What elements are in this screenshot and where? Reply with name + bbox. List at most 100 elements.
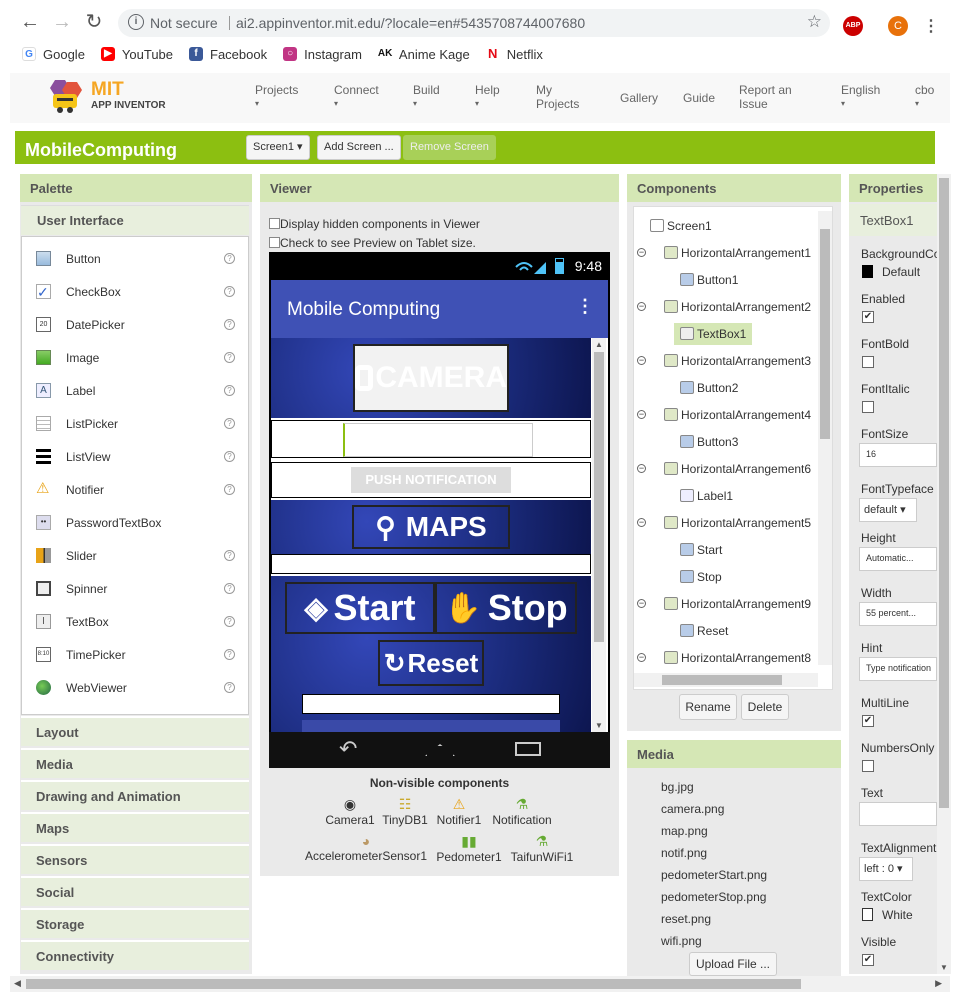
bookmark-google[interactable]: G Google (22, 44, 85, 64)
collapse-icon[interactable]: − (637, 302, 646, 311)
nonvisible-taifunwifi[interactable]: ⚗ TaifunWiFi1 (508, 833, 576, 864)
prop-textcolor-value[interactable]: White (882, 908, 913, 922)
hidden-components-option[interactable]: Display hidden components in Viewer (269, 217, 480, 231)
overflow-menu-icon[interactable]: ⋮ (576, 296, 594, 317)
nav-help[interactable]: Help ▾ (475, 83, 500, 111)
help-icon[interactable]: ? (224, 418, 235, 429)
scroll-down-icon[interactable]: ▼ (595, 721, 603, 730)
palette-item-passwordtextbox[interactable]: •• PasswordTextBox (36, 513, 236, 533)
tree-item-label1[interactable]: Label1 (680, 487, 733, 505)
home-nav-icon[interactable] (425, 744, 455, 756)
palette-category-social[interactable]: Social (21, 876, 249, 906)
palette-item-label[interactable]: A Label? (36, 381, 236, 401)
collapse-icon[interactable]: − (637, 599, 646, 608)
tree-hscroll[interactable] (634, 673, 818, 687)
start-button[interactable]: ◈ Start (285, 582, 435, 634)
tree-item-ha5[interactable]: − HorizontalArrangement5 (637, 514, 811, 532)
nav-guide[interactable]: Guide (683, 91, 715, 105)
nonvisible-accelerometer[interactable]: ◕ AccelerometerSensor1 (303, 833, 429, 863)
tablet-preview-option[interactable]: Check to see Preview on Tablet size. (269, 236, 476, 250)
bookmark-star-icon[interactable]: ☆ (807, 12, 822, 32)
palette-item-image[interactable]: Image? (36, 348, 236, 368)
palette-category-storage[interactable]: Storage (21, 908, 249, 938)
help-icon[interactable]: ? (224, 550, 235, 561)
tree-item-ha8[interactable]: − HorizontalArrangement8 (637, 649, 811, 667)
collapse-icon[interactable]: − (637, 653, 646, 662)
tree-item-button3[interactable]: Button3 (680, 433, 738, 451)
reload-icon[interactable]: ↻ (82, 10, 106, 34)
info-icon[interactable]: i (128, 14, 144, 30)
palette-category-media[interactable]: Media (21, 748, 249, 778)
bookmark-instagram[interactable]: ○ Instagram (283, 44, 362, 64)
nav-projects[interactable]: Projects ▾ (255, 83, 298, 111)
scroll-up-icon[interactable]: ▲ (595, 340, 603, 349)
help-icon[interactable]: ? (224, 682, 235, 693)
help-icon[interactable]: ? (224, 286, 235, 297)
palette-item-webviewer[interactable]: WebViewer? (36, 678, 236, 698)
scroll-thumb[interactable] (662, 675, 782, 685)
tree-item-stop[interactable]: Stop (680, 568, 722, 586)
media-file[interactable]: bg.jpg (661, 780, 694, 794)
push-notification-button[interactable]: PUSH NOTIFICATION (351, 467, 511, 493)
tree-item-ha6[interactable]: − HorizontalArrangement6 (637, 460, 811, 478)
page-vscroll[interactable]: ▼ (937, 174, 951, 974)
profile-avatar[interactable]: C (888, 16, 908, 36)
media-file[interactable]: map.png (661, 824, 708, 838)
delete-button[interactable]: Delete (741, 694, 789, 720)
prop-text-input[interactable] (859, 802, 937, 826)
adblock-icon[interactable]: ABP (843, 16, 863, 36)
help-icon[interactable]: ? (224, 385, 235, 396)
tree-item-button2[interactable]: Button2 (680, 379, 738, 397)
scroll-thumb[interactable] (820, 229, 830, 439)
palette-item-checkbox[interactable]: ✓ CheckBox? (36, 282, 236, 302)
bookmark-netflix[interactable]: N Netflix (485, 44, 543, 64)
nav-build[interactable]: Build ▾ (413, 83, 440, 111)
media-file[interactable]: notif.png (661, 846, 707, 860)
nonvisible-pedometer[interactable]: ▮▮ Pedometer1 (434, 833, 504, 864)
bookmark-animekage[interactable]: AK Anime Kage (377, 44, 470, 64)
scroll-right-icon[interactable]: ▶ (935, 978, 942, 989)
collapse-icon[interactable]: − (637, 248, 646, 257)
nonvisible-camera[interactable]: ◉ Camera1 (322, 796, 378, 827)
prop-fontitalic-checkbox[interactable] (862, 401, 874, 413)
prop-align-select[interactable]: left : 0 ▾ (859, 857, 913, 881)
prop-width-input[interactable]: 55 percent... (859, 602, 937, 626)
prop-multiline-checkbox[interactable]: ✔ (862, 715, 874, 727)
palette-item-spinner[interactable]: Spinner? (36, 579, 236, 599)
palette-category-drawing[interactable]: Drawing and Animation (21, 780, 249, 810)
reset-button[interactable]: ↻ Reset (378, 640, 484, 686)
nav-user[interactable]: cbo ▾ (915, 83, 934, 111)
help-icon[interactable]: ? (224, 319, 235, 330)
nav-language[interactable]: English ▾ (841, 83, 880, 111)
nav-connect[interactable]: Connect ▾ (334, 83, 379, 111)
collapse-icon[interactable]: − (637, 464, 646, 473)
phone-scrollbar[interactable]: ▲ ▼ (592, 338, 606, 732)
palette-item-listpicker[interactable]: ListPicker? (36, 414, 236, 434)
palette-item-textbox[interactable]: I TextBox? (36, 612, 236, 632)
add-screen-button[interactable]: Add Screen ... (317, 135, 401, 160)
checkbox[interactable] (269, 237, 280, 248)
url-text[interactable]: ai2.appinventor.mit.edu/?locale=en#54357… (236, 15, 585, 31)
media-file[interactable]: pedometerStop.png (661, 890, 766, 904)
nonvisible-notifier[interactable]: ⚠ Notifier1 (434, 796, 484, 827)
tree-item-ha9[interactable]: − HorizontalArrangement9 (637, 595, 811, 613)
help-icon[interactable]: ? (224, 649, 235, 660)
camera-button[interactable]: CAMERA (353, 344, 509, 412)
prop-enabled-checkbox[interactable]: ✔ (862, 311, 874, 323)
tree-item-button1[interactable]: Button1 (680, 271, 738, 289)
palette-category-sensors[interactable]: Sensors (21, 844, 249, 874)
help-icon[interactable]: ? (224, 352, 235, 363)
rename-button[interactable]: Rename (679, 694, 737, 720)
color-swatch[interactable] (862, 908, 873, 921)
help-icon[interactable]: ? (224, 616, 235, 627)
media-file[interactable]: reset.png (661, 912, 711, 926)
checkbox[interactable] (269, 218, 280, 229)
stop-button[interactable]: ✋ Stop (435, 582, 577, 634)
palette-item-notifier[interactable]: ⚠ Notifier? (36, 480, 236, 500)
help-icon[interactable]: ? (224, 484, 235, 495)
prop-hint-input[interactable]: Type notification (859, 657, 937, 681)
tree-item-start[interactable]: Start (680, 541, 722, 559)
notification-textbox[interactable] (343, 423, 533, 457)
tree-item-textbox1[interactable]: TextBox1 (674, 323, 753, 345)
help-icon[interactable]: ? (224, 253, 235, 264)
